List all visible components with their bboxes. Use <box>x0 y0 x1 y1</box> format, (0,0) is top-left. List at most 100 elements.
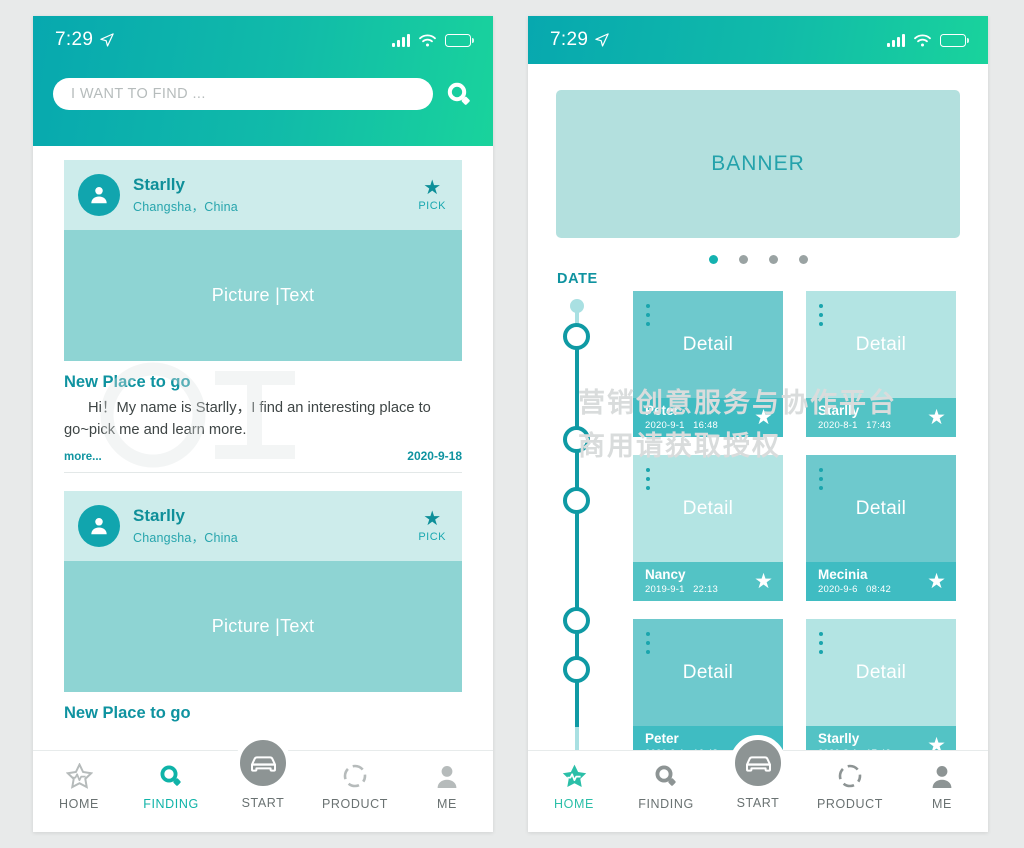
nav-label: HOME <box>554 797 594 811</box>
carousel-dot[interactable] <box>738 255 748 264</box>
person-icon <box>91 518 107 535</box>
dashed-circle-icon <box>837 762 863 790</box>
carousel-dot[interactable] <box>708 255 718 264</box>
detail-card-row: Detail Peter 2020-9-1 16:48 ★ <box>633 619 988 765</box>
phone-screen-finding: 7:29 I WANT TO FIND ... Starlly Changsha… <box>33 16 493 832</box>
detail-card-name: Peter <box>645 403 679 419</box>
post-body: Hi！My name is Starlly，I find an interest… <box>64 400 431 439</box>
left-status-bar: 7:29 <box>33 16 493 64</box>
person-icon <box>930 762 954 790</box>
car-icon[interactable] <box>235 735 291 791</box>
pick-button[interactable]: ★ PICK <box>418 178 446 212</box>
search-icon[interactable] <box>445 80 473 108</box>
detail-card-time: 08:42 <box>866 583 891 595</box>
detail-card-footer: Peter 2020-9-1 16:48 ★ <box>633 398 783 437</box>
wifi-icon <box>914 33 931 46</box>
nav-item-me[interactable]: ME <box>401 762 493 811</box>
carousel-dots <box>528 255 988 264</box>
detail-card[interactable]: Detail Starlly 2020-8-1 17:43 ★ <box>806 291 956 437</box>
nav-label: PRODUCT <box>816 797 883 811</box>
timeline-label: DATE <box>557 271 598 287</box>
nav-item-product[interactable]: PRODUCT <box>804 762 896 811</box>
author-location: Changsha，China <box>133 531 238 546</box>
timeline-node[interactable] <box>563 323 590 350</box>
kebab-menu-icon[interactable] <box>646 304 650 326</box>
detail-card-row: Detail Peter 2020-9-1 16:48 ★ <box>633 291 988 437</box>
timeline-node[interactable] <box>563 487 590 514</box>
post-author: Starlly Changsha，China <box>133 175 405 216</box>
more-link[interactable]: more... <box>64 451 102 463</box>
nav-item-finding[interactable]: FINDING <box>125 762 217 811</box>
star-icon[interactable]: ★ <box>927 571 946 592</box>
nav-item-home[interactable]: HOME <box>33 762 125 811</box>
nav-item-home[interactable]: HOME <box>528 762 620 811</box>
kebab-menu-icon[interactable] <box>646 632 650 654</box>
battery-icon <box>445 33 474 47</box>
author-location: Changsha，China <box>133 200 238 215</box>
search-box[interactable] <box>53 78 433 110</box>
detail-card-name: Mecinia <box>818 567 868 583</box>
nav-label: FINDING <box>638 797 694 811</box>
post-card[interactable]: Starlly Changsha，China ★ PICK Picture |T… <box>64 160 462 474</box>
dashed-circle-icon <box>342 762 368 790</box>
kebab-menu-icon[interactable] <box>819 304 823 326</box>
screenshot-stage: 营销创意服务与协作平台 商用请获取授权 7:29 I WANT TO FIND … <box>0 0 1024 848</box>
search-icon <box>158 762 184 790</box>
post-card[interactable]: Starlly Changsha，China ★ PICK Picture |T… <box>64 491 462 723</box>
detail-card-footer: Mecinia 2020-9-6 08:42 ★ <box>806 562 956 601</box>
post-media-placeholder[interactable]: Picture |Text <box>64 230 462 361</box>
pick-button[interactable]: ★ PICK <box>418 509 446 543</box>
detail-card-date: 2019-9-1 <box>645 583 685 595</box>
timeline-start-dot <box>570 299 584 313</box>
location-arrow-icon <box>100 33 114 47</box>
timeline-node[interactable] <box>563 426 590 453</box>
signal-bars-icon <box>887 33 905 47</box>
post-header: Starlly Changsha，China ★ PICK <box>64 491 462 562</box>
detail-card-footer: Nancy 2019-9-1 22:13 ★ <box>633 562 783 601</box>
timeline-node[interactable] <box>563 607 590 634</box>
signal-bars-icon <box>392 33 410 47</box>
detail-card[interactable]: Detail Mecinia 2020-9-6 08:42 ★ <box>806 455 956 601</box>
timeline-node[interactable] <box>563 656 590 683</box>
nav-item-finding[interactable]: FINDING <box>620 762 712 811</box>
timeline: Detail Peter 2020-9-1 16:48 ★ Detail Sta… <box>528 291 988 765</box>
carousel-dot[interactable] <box>768 255 778 264</box>
star-icon[interactable]: ★ <box>754 407 773 428</box>
person-icon <box>435 762 459 790</box>
nav-label: FINDING <box>143 797 199 811</box>
home-content: BANNER DATE Detail Peter 2020-9-1 16:48 … <box>528 64 988 772</box>
detail-card-title: Detail <box>806 455 956 562</box>
nav-label: ME <box>932 797 952 811</box>
nav-label: HOME <box>59 797 99 811</box>
detail-card[interactable]: Detail Starlly 2020-8-1 17:43 ★ <box>806 619 956 765</box>
banner-placeholder[interactable]: BANNER <box>556 90 960 238</box>
detail-card-title: Detail <box>633 619 783 726</box>
car-icon[interactable] <box>730 735 786 791</box>
detail-card-title: Detail <box>806 619 956 726</box>
nav-item-me[interactable]: ME <box>896 762 988 811</box>
detail-card-date: 2020-8-1 <box>818 419 858 431</box>
kebab-menu-icon[interactable] <box>819 632 823 654</box>
pick-label: PICK <box>418 531 446 544</box>
person-icon <box>91 187 107 204</box>
nav-label: START <box>736 796 780 810</box>
bottom-nav: HOME FINDING START PRODUCT ME <box>33 735 493 832</box>
post-header: Starlly Changsha，China ★ PICK <box>64 160 462 230</box>
right-status-bar: 7:29 <box>528 16 988 64</box>
detail-card[interactable]: Detail Nancy 2019-9-1 22:13 ★ <box>633 455 783 601</box>
post-media-placeholder[interactable]: Picture |Text <box>64 561 462 693</box>
kebab-menu-icon[interactable] <box>646 468 650 490</box>
pick-label: PICK <box>418 200 446 212</box>
nav-item-start[interactable]: START <box>217 735 309 810</box>
post-date: 2020-9-18 <box>407 449 462 464</box>
detail-card[interactable]: Detail Peter 2020-9-1 16:48 ★ <box>633 291 783 437</box>
author-name: Starlly <box>133 505 185 525</box>
detail-card-name: Nancy <box>645 567 686 583</box>
kebab-menu-icon[interactable] <box>819 468 823 490</box>
star-icon[interactable]: ★ <box>927 407 946 428</box>
nav-item-product[interactable]: PRODUCT <box>309 762 401 811</box>
star-icon[interactable]: ★ <box>754 571 773 592</box>
carousel-dot[interactable] <box>798 255 808 264</box>
search-input[interactable] <box>71 86 415 102</box>
nav-item-start[interactable]: START <box>712 735 804 810</box>
